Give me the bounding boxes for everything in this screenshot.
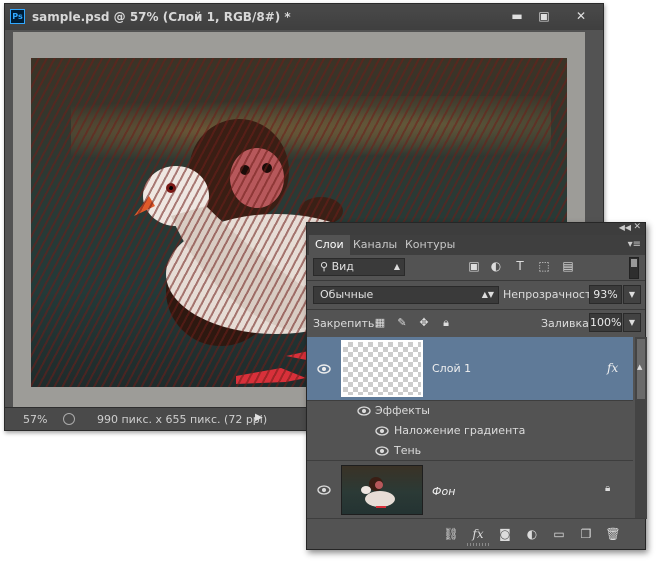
effects-label: Эффекты (375, 404, 430, 417)
scroll-up-arrow-icon[interactable]: ▲ (637, 363, 642, 371)
search-icon: ⚲ (320, 260, 332, 273)
layers-scrollbar[interactable]: ▲ (635, 337, 647, 519)
eye-visibility-icon[interactable] (357, 406, 371, 416)
lock-all-icon[interactable]: 🔒︎ (439, 316, 453, 330)
filter-value: Вид (331, 260, 354, 273)
document-size-info: 990 пикс. x 655 пикс. (72 ppi) (97, 413, 268, 426)
status-menu-arrow-icon[interactable]: ▶ (255, 412, 263, 423)
link-layers-icon[interactable]: ⛓ (443, 526, 459, 542)
layer-row-background[interactable]: Фон 🔒︎ (307, 461, 633, 519)
separator (307, 309, 645, 310)
lock-label: Закрепить: (313, 317, 379, 330)
eye-visibility-icon[interactable] (317, 364, 331, 374)
tab-layers[interactable]: Слои (309, 235, 350, 255)
delete-layer-icon[interactable]: 🗑︎ (605, 526, 621, 542)
opacity-input[interactable]: 93% (589, 285, 622, 304)
panel-tabs: Слои Каналы Контуры ▾≡ (307, 235, 645, 255)
close-button[interactable]: ✕ (561, 7, 601, 25)
layers-panel-footer: ⛓ fx ◙ ◐ ▭ ❐ 🗑︎ (307, 518, 645, 549)
adjustment-filter-icon[interactable]: ◐ (489, 259, 503, 273)
effects-row[interactable]: Эффекты (307, 401, 633, 421)
fill-input[interactable]: 100% (589, 313, 622, 332)
panel-resize-grip[interactable] (467, 543, 491, 546)
shape-filter-icon[interactable]: ⬚ (537, 259, 551, 273)
panel-header-strip[interactable]: ◀◀ ✕ (307, 222, 645, 235)
background-thumbnail[interactable] (341, 465, 423, 515)
dropdown-arrows-icon: ▲▼ (481, 290, 494, 299)
collapse-panel-icon[interactable]: ◀◀ (619, 223, 631, 232)
filter-toggle-switch[interactable] (629, 257, 639, 279)
layer-name[interactable]: Слой 1 (432, 362, 471, 375)
document-titlebar[interactable]: Ps sample.psd @ 57% (Слой 1, RGB/8#) * ▬… (5, 4, 603, 30)
fill-label: Заливка: (541, 317, 593, 330)
opacity-slider-button[interactable]: ▼ (623, 285, 641, 304)
zoom-level[interactable]: 57% (23, 413, 47, 426)
dropdown-arrows-icon: ▲ (393, 262, 400, 271)
eye-visibility-icon[interactable] (375, 446, 389, 456)
layer-name[interactable]: Фон (432, 485, 455, 498)
effect-name: Наложение градиента (394, 424, 526, 437)
separator (307, 280, 645, 281)
opacity-label: Непрозрачность: (503, 288, 602, 301)
layer-row-layer1[interactable]: Слой 1 fx (307, 337, 633, 401)
document-title: sample.psd @ 57% (Слой 1, RGB/8#) * (32, 10, 291, 24)
fill-slider-button[interactable]: ▼ (623, 313, 641, 332)
close-panel-icon[interactable]: ✕ (633, 222, 641, 232)
canvas-frame-left (13, 32, 31, 409)
fx-icon[interactable]: fx (607, 361, 618, 375)
lock-image-pixels-icon[interactable]: ✎ (395, 316, 409, 330)
layer-filter-dropdown[interactable]: ⚲ Вид ▲ (313, 258, 405, 276)
layers-list: Слой 1 fx Эффекты Наложение градиента Те… (307, 337, 647, 519)
eye-visibility-icon[interactable] (317, 485, 331, 495)
new-layer-icon[interactable]: ❐ (578, 526, 594, 542)
maximize-button[interactable]: ▣ (531, 7, 557, 25)
layer-locked-icon: 🔒︎ (605, 483, 611, 494)
blend-mode-value: Обычные (320, 288, 374, 301)
lock-transparent-pixels-icon[interactable]: ▦ (373, 316, 387, 330)
background-thumbnail-image (361, 477, 395, 508)
tab-channels[interactable]: Каналы (347, 235, 403, 255)
photoshop-app-icon: Ps (10, 9, 25, 24)
add-mask-icon[interactable]: ◙ (497, 526, 513, 542)
new-group-icon[interactable]: ▭ (551, 526, 567, 542)
new-adjustment-icon[interactable]: ◐ (524, 526, 540, 542)
blend-mode-dropdown[interactable]: Обычные ▲▼ (313, 286, 499, 304)
canvas-frame-top (13, 32, 585, 58)
effect-row-gradient-overlay[interactable]: Наложение градиента (307, 421, 633, 441)
layers-panel: ◀◀ ✕ Слои Каналы Контуры ▾≡ ⚲ Вид ▲ ▣ ◐ … (306, 222, 647, 550)
type-filter-icon[interactable]: T (513, 259, 527, 273)
effect-row-drop-shadow[interactable]: Тень (307, 441, 633, 461)
lock-position-icon[interactable]: ✥ (417, 316, 431, 330)
add-style-icon[interactable]: fx (470, 526, 486, 542)
smart-object-filter-icon[interactable]: ▤ (561, 259, 575, 273)
eye-visibility-icon[interactable] (375, 426, 389, 436)
minimize-button[interactable]: ▬ (504, 7, 530, 25)
layer1-thumbnail[interactable] (341, 340, 423, 397)
effect-name: Тень (394, 444, 422, 457)
proof-setup-icon[interactable] (63, 413, 75, 425)
image-filter-icon[interactable]: ▣ (467, 259, 481, 273)
panel-menu-icon[interactable]: ▾≡ (628, 239, 641, 250)
tab-paths[interactable]: Контуры (399, 235, 461, 255)
